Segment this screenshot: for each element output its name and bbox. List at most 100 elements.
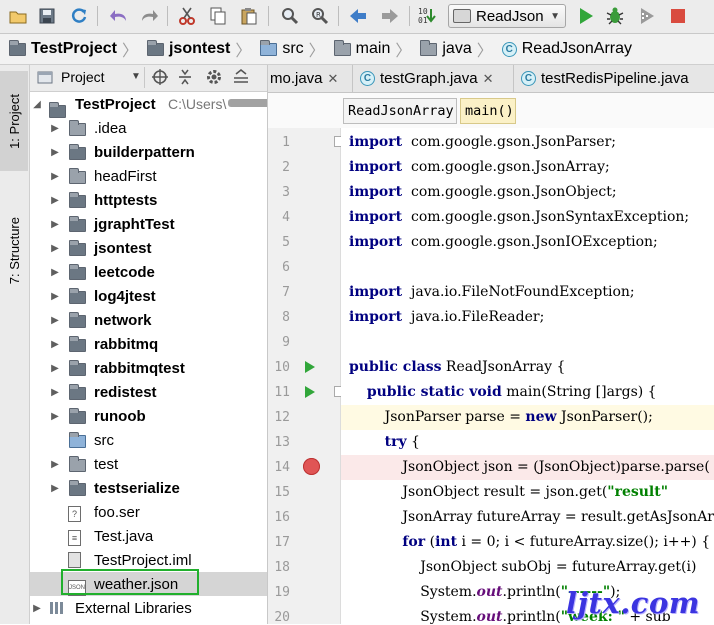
tree-item[interactable]: ≡ Test.java (30, 524, 267, 548)
back-icon[interactable] (347, 5, 369, 27)
module-folder-icon (69, 336, 86, 356)
tree-item[interactable]: ▶ builderpattern (30, 140, 267, 164)
replace-icon[interactable]: R (309, 5, 331, 27)
line-number: 12 (274, 410, 290, 425)
undo-icon[interactable] (108, 5, 130, 27)
collapsed-arrow-icon[interactable]: ▶ (50, 195, 60, 206)
collapsed-arrow-icon[interactable]: ▶ (50, 171, 60, 182)
sync-icon[interactable] (68, 5, 90, 27)
save-icon[interactable] (36, 5, 58, 27)
tree-item[interactable]: ▶ .idea (30, 116, 267, 140)
breadcrumb-src[interactable]: src (251, 34, 308, 64)
tree-item[interactable]: ▶ headFirst (30, 164, 267, 188)
paste-icon[interactable] (238, 5, 260, 27)
collapsed-arrow-icon[interactable]: ▶ (50, 147, 60, 158)
breadcrumb-module[interactable]: jsontest (138, 34, 235, 64)
collapsed-arrow-icon[interactable]: ▶ (50, 387, 60, 398)
tree-item[interactable]: src (30, 428, 267, 452)
collapsed-arrow-icon[interactable]: ▶ (50, 483, 60, 494)
copy-icon[interactable] (207, 5, 229, 27)
code-string: "result" (607, 484, 669, 500)
code-editor[interactable]: import com.google.gson.JsonParser; import… (341, 128, 714, 624)
tree-label: .idea (94, 119, 127, 137)
structure-tool-tab[interactable]: 7: Structure (0, 197, 28, 305)
run-configuration-select[interactable]: ReadJson ▼ (448, 4, 566, 28)
stop-icon[interactable] (667, 5, 689, 27)
breadcrumb-project[interactable]: TestProject (0, 34, 122, 64)
breadcrumb-label: jsontest (168, 40, 231, 57)
collapsed-arrow-icon[interactable]: ▶ (50, 219, 60, 230)
breadcrumb-main[interactable]: main (325, 34, 396, 64)
tree-item[interactable]: ▶ rabbitmqtest (30, 356, 267, 380)
collapsed-arrow-icon[interactable]: ▶ (50, 123, 60, 134)
tree-item[interactable]: ▶ testserialize (30, 476, 267, 500)
chevron-right-icon: 〉 (476, 43, 493, 60)
project-view-icon (37, 70, 53, 87)
tree-item[interactable]: ▶ jsontest (30, 236, 267, 260)
breadcrumb-class[interactable]: C ReadJsonArray (493, 34, 637, 64)
open-folder-icon[interactable] (7, 5, 29, 27)
collapsed-arrow-icon[interactable]: ▶ (50, 411, 60, 422)
collapsed-arrow-icon[interactable]: ▶ (50, 339, 60, 350)
coverage-icon[interactable] (636, 5, 658, 27)
close-icon[interactable]: ✕ (483, 71, 494, 87)
find-icon[interactable] (279, 5, 301, 27)
editor-crumb-method[interactable]: main() (460, 98, 516, 124)
settings-gear-icon[interactable] (205, 68, 223, 89)
tree-item[interactable]: ▶ rabbitmq (30, 332, 267, 356)
tree-item[interactable]: ▶ redistest (30, 380, 267, 404)
collapsed-arrow-icon[interactable]: ▶ (50, 363, 60, 374)
editor-tab-testredispipeline[interactable]: C testRedisPipeline.java (515, 65, 714, 92)
tree-item[interactable]: ▶ jgraphtTest (30, 212, 267, 236)
debug-icon[interactable] (604, 5, 626, 27)
collapsed-arrow-icon[interactable]: ▶ (50, 291, 60, 302)
tree-root-testproject[interactable]: ◢ TestProject C:\Users\ (30, 92, 267, 118)
close-icon[interactable]: ✕ (328, 71, 339, 87)
tree-item[interactable]: ▶ External Libraries (30, 596, 267, 620)
code-text: com.google.gson.JsonIOException; (402, 234, 658, 250)
run-gutter-icon[interactable] (304, 360, 316, 377)
line-number: 14 (274, 460, 290, 475)
tree-item[interactable]: ▶ network (30, 308, 267, 332)
code-line: JsonObject result = json.get("result" (349, 480, 668, 505)
tree-label: rabbitmq (94, 335, 159, 353)
editor-tab-testgraph[interactable]: C testGraph.java ✕ (354, 65, 514, 92)
collapsed-arrow-icon[interactable]: ▶ (50, 459, 60, 470)
code-keyword: import (349, 159, 403, 175)
breakpoint-icon[interactable] (303, 458, 320, 475)
tree-item[interactable]: ▶ log4jtest (30, 284, 267, 308)
code-line: import com.google.gson.JsonSyntaxExcepti… (349, 205, 689, 230)
folder-icon (69, 168, 86, 188)
forward-icon[interactable] (379, 5, 401, 27)
breadcrumb-label: src (282, 40, 304, 57)
editor-crumb-class[interactable]: ReadJsonArray (343, 98, 457, 124)
svg-text:10: 10 (418, 7, 428, 16)
build-icon[interactable]: 10 01 (418, 5, 440, 27)
chevron-down-icon: ▼ (550, 10, 560, 22)
redo-icon[interactable] (138, 5, 160, 27)
hide-panel-icon[interactable] (232, 68, 250, 89)
run-icon[interactable] (575, 5, 597, 27)
collapsed-arrow-icon[interactable]: ▶ (50, 267, 60, 278)
collapse-all-icon[interactable] (177, 68, 193, 89)
collapsed-arrow-icon[interactable]: ▶ (50, 315, 60, 326)
module-folder-icon (69, 480, 86, 500)
tree-item[interactable]: ▶ runoob (30, 404, 267, 428)
collapsed-arrow-icon[interactable]: ▶ (32, 603, 42, 614)
target-icon[interactable] (151, 68, 169, 89)
project-view-select[interactable]: Project (61, 69, 105, 85)
chevron-down-icon[interactable]: ▼ (131, 71, 141, 82)
tree-item[interactable]: ▶ httptests (30, 188, 267, 212)
run-configuration-label: ReadJson (476, 7, 544, 25)
tree-item[interactable]: ▶ test (30, 452, 267, 476)
breadcrumb-java[interactable]: java (411, 34, 476, 64)
editor-tab-mo-java[interactable]: mo.java ✕ (268, 65, 353, 92)
cut-icon[interactable] (176, 5, 198, 27)
folder-icon (9, 39, 26, 56)
tree-item[interactable]: ? foo.ser (30, 500, 267, 524)
collapsed-arrow-icon[interactable]: ▶ (50, 243, 60, 254)
run-gutter-icon[interactable] (304, 385, 316, 402)
project-tool-tab[interactable]: 1: Project (0, 71, 28, 171)
tree-item[interactable]: ▶ leetcode (30, 260, 267, 284)
expanded-arrow-icon[interactable]: ◢ (32, 99, 42, 110)
